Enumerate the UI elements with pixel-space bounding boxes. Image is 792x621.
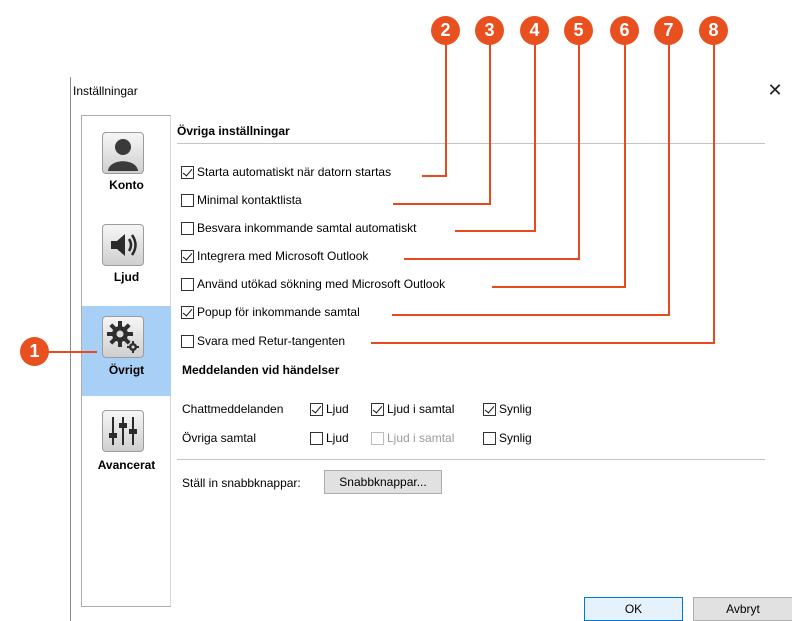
other-calls-visible-option[interactable]: Synlig bbox=[483, 431, 532, 445]
checkbox[interactable] bbox=[181, 305, 194, 319]
checkbox[interactable] bbox=[181, 193, 194, 207]
sidebar-item-label: Övrigt bbox=[108, 363, 145, 377]
callout-line bbox=[422, 175, 447, 177]
sidebar-item-konto[interactable]: Konto bbox=[82, 122, 171, 212]
close-icon[interactable]: ✕ bbox=[763, 79, 787, 101]
speaker-icon bbox=[102, 224, 144, 266]
option-outlook-extended-search[interactable]: Använd utökad sökning med Microsoft Outl… bbox=[181, 277, 445, 291]
option-answer-with-enter[interactable]: Svara med Retur-tangenten bbox=[181, 334, 345, 348]
title-bar: Inställningar ✕ bbox=[71, 77, 792, 105]
checkbox[interactable] bbox=[371, 402, 384, 416]
callout-line bbox=[393, 203, 491, 205]
callout-line bbox=[455, 230, 536, 232]
checkbox[interactable] bbox=[181, 165, 194, 179]
callout-line bbox=[668, 40, 670, 315]
other-settings-title: Övriga inställningar bbox=[177, 124, 290, 138]
option-label: Ljud bbox=[326, 402, 349, 416]
option-label: Besvara inkommande samtal automatiskt bbox=[197, 221, 417, 235]
option-label: Ljud bbox=[326, 431, 349, 445]
callout-line bbox=[713, 40, 715, 343]
option-label: Synlig bbox=[499, 431, 532, 445]
callout-line bbox=[489, 40, 491, 204]
callout-line bbox=[445, 40, 447, 176]
checkbox[interactable] bbox=[181, 249, 194, 263]
callout-line bbox=[392, 314, 670, 316]
option-auto-answer[interactable]: Besvara inkommande samtal automatiskt bbox=[181, 221, 416, 235]
chat-visible-option[interactable]: Synlig bbox=[483, 402, 532, 416]
checkbox[interactable] bbox=[181, 277, 194, 291]
callout-badge-3: 3 bbox=[475, 16, 504, 45]
sliders-icon bbox=[102, 410, 144, 452]
other-calls-sound-option[interactable]: Ljud bbox=[310, 431, 349, 445]
callout-line bbox=[534, 40, 536, 231]
settings-dialog: Inställningar ✕ Konto Ljud Övrigt Avance… bbox=[70, 77, 792, 621]
sidebar-item-label: Ljud bbox=[113, 270, 140, 284]
callout-line bbox=[404, 258, 580, 260]
user-icon bbox=[102, 132, 144, 174]
callout-badge-6: 6 bbox=[610, 16, 639, 45]
notifications-title: Meddelanden vid händelser bbox=[182, 363, 340, 377]
ok-button[interactable]: OK bbox=[584, 597, 683, 621]
checkbox[interactable] bbox=[181, 334, 194, 348]
option-label: Minimal kontaktlista bbox=[197, 193, 302, 207]
callout-badge-7: 7 bbox=[654, 16, 683, 45]
option-label: Ljud i samtal bbox=[387, 402, 455, 416]
option-label: Använd utökad sökning med Microsoft Outl… bbox=[197, 277, 446, 291]
window-title: Inställningar bbox=[73, 84, 138, 98]
checkbox[interactable] bbox=[483, 402, 496, 416]
option-label: Integrera med Microsoft Outlook bbox=[197, 249, 369, 263]
checkbox[interactable] bbox=[181, 221, 194, 235]
option-label: Popup för inkommande samtal bbox=[197, 305, 360, 319]
checkbox bbox=[371, 431, 384, 445]
sidebar-item-label: Konto bbox=[109, 178, 144, 192]
gear-icon bbox=[102, 316, 144, 358]
sidebar-item-avancerat[interactable]: Avancerat bbox=[82, 396, 171, 486]
notifications-row-label: Chattmeddelanden bbox=[182, 402, 284, 416]
option-outlook-integration[interactable]: Integrera med Microsoft Outlook bbox=[181, 249, 368, 263]
callout-badge-8: 8 bbox=[699, 16, 728, 45]
hotkeys-button[interactable]: Snabbknappar... bbox=[324, 470, 442, 494]
chat-sound-in-call-option[interactable]: Ljud i samtal bbox=[371, 402, 454, 416]
callout-line bbox=[492, 286, 626, 288]
callout-line bbox=[371, 342, 715, 344]
option-label: Ljud i samtal bbox=[387, 431, 455, 445]
callout-badge-1: 1 bbox=[20, 337, 49, 366]
sidebar-item-label: Avancerat bbox=[97, 458, 156, 472]
sidebar: Konto Ljud Övrigt Avancerat bbox=[81, 115, 171, 607]
callout-badge-2: 2 bbox=[431, 16, 460, 45]
checkbox[interactable] bbox=[310, 402, 323, 416]
other-calls-sound-in-call-option: Ljud i samtal bbox=[371, 431, 454, 445]
checkbox[interactable] bbox=[483, 431, 496, 445]
checkbox[interactable] bbox=[310, 431, 323, 445]
callout-line bbox=[578, 40, 580, 259]
cancel-button[interactable]: Avbryt bbox=[693, 597, 792, 621]
callout-badge-4: 4 bbox=[520, 16, 549, 45]
option-incoming-popup[interactable]: Popup för inkommande samtal bbox=[181, 305, 360, 319]
sidebar-item-ljud[interactable]: Ljud bbox=[82, 212, 171, 302]
option-label: Synlig bbox=[499, 402, 532, 416]
callout-badge-5: 5 bbox=[564, 16, 593, 45]
option-minimal-contacts[interactable]: Minimal kontaktlista bbox=[181, 193, 302, 207]
option-label: Starta automatiskt när datorn startas bbox=[197, 165, 392, 179]
option-label: Svara med Retur-tangenten bbox=[197, 334, 346, 348]
divider bbox=[177, 143, 765, 144]
callout-line bbox=[624, 40, 626, 287]
divider bbox=[177, 459, 765, 460]
notifications-row-label: Övriga samtal bbox=[182, 431, 257, 445]
chat-sound-option[interactable]: Ljud bbox=[310, 402, 349, 416]
option-autostart[interactable]: Starta automatiskt när datorn startas bbox=[181, 165, 391, 179]
hotkeys-label: Ställ in snabbknappar: bbox=[182, 476, 301, 490]
